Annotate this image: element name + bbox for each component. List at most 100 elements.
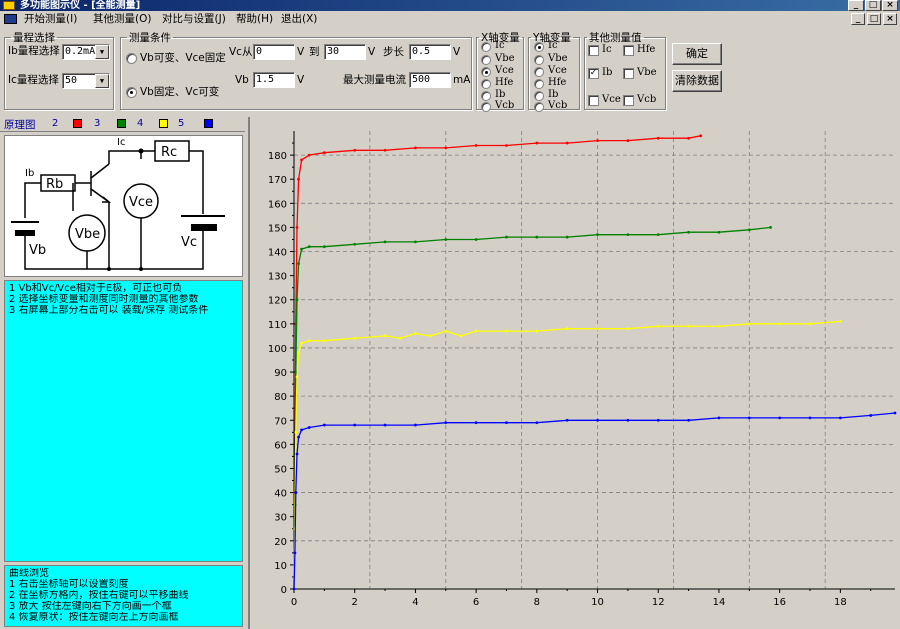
series-point-3 xyxy=(474,238,478,241)
series-point-5 xyxy=(869,414,873,417)
series-point-5 xyxy=(294,491,298,494)
clear-data-button[interactable]: 清除数据 xyxy=(672,70,722,92)
vc-from-input[interactable]: 0 xyxy=(253,44,295,60)
y-tick-label: 70 xyxy=(274,416,287,427)
x-var-radio-ic[interactable] xyxy=(481,42,491,52)
menu-bar: 开始测量(I) 其他测量(O) 对比与设置(J) 帮助(H) 退出(X) _ □… xyxy=(0,11,900,27)
instructions-panel: 1 Vb和Vc/Vce相对于E极，可正也可负 2 选择坐标变量和测度同时测量的其… xyxy=(4,280,243,562)
vc-label: Vc xyxy=(181,235,197,250)
vb-input[interactable]: 1.5 xyxy=(253,72,295,88)
legend-swatch-4[interactable] xyxy=(159,119,168,128)
characteristic-chart[interactable]: 0102030405060708090100110120130140150160… xyxy=(250,117,900,629)
y-var-radio-vce[interactable] xyxy=(534,67,544,77)
x-var-radio-ib[interactable] xyxy=(481,91,491,101)
x-var-radio-vcb[interactable] xyxy=(481,102,491,112)
step-input[interactable]: 0.5 xyxy=(409,44,451,60)
document-icon[interactable] xyxy=(4,14,17,24)
vc-to-label: 到 xyxy=(309,46,320,58)
vc-to-input[interactable]: 30 xyxy=(324,44,366,60)
y-tick-label: 0 xyxy=(281,585,287,596)
series-point-3 xyxy=(295,298,299,302)
x-var-radio-vbe[interactable] xyxy=(481,55,491,65)
series-point-5 xyxy=(322,423,326,427)
confirm-button[interactable]: 确定 xyxy=(672,43,722,65)
menu-other[interactable]: 其他测量(O) xyxy=(93,11,151,27)
series-point-5 xyxy=(307,426,311,429)
y-var-radio-vcb[interactable] xyxy=(534,102,544,112)
series-point-3 xyxy=(322,245,326,249)
series-point-5 xyxy=(565,418,569,422)
x-var-radio-vce[interactable] xyxy=(481,67,491,77)
maximize-button[interactable]: □ xyxy=(865,0,881,11)
series-point-5 xyxy=(535,421,539,425)
menu-help[interactable]: 帮助(H) xyxy=(236,11,273,27)
series-point-3 xyxy=(717,230,721,234)
x-tick-label: 0 xyxy=(291,597,297,608)
x-tick-label: 8 xyxy=(534,597,540,608)
series-point-5 xyxy=(293,551,297,555)
other-check-ib[interactable]: ✓ xyxy=(588,68,599,79)
condition-option2-label: Vb固定、Vc可变 xyxy=(140,86,220,98)
series-point-3 xyxy=(596,233,599,237)
legend-swatch-5[interactable] xyxy=(204,119,213,128)
series-point-3 xyxy=(297,262,300,265)
series-point-4 xyxy=(353,336,357,340)
condition-option2-radio[interactable] xyxy=(126,87,137,98)
series-point-4 xyxy=(429,334,432,338)
range-group-title: 量程选择 xyxy=(13,32,55,44)
y-var-radio-ic[interactable] xyxy=(534,42,544,52)
series-point-2 xyxy=(699,134,703,138)
other-check-vbe[interactable] xyxy=(623,68,634,79)
mdi-close-button[interactable]: × xyxy=(883,13,897,25)
series-point-5 xyxy=(838,416,842,420)
vb-label: Vb xyxy=(235,74,249,86)
max-current-input[interactable]: 500 xyxy=(409,72,451,88)
legend-num-4: 4 xyxy=(137,118,144,129)
plot-area[interactable] xyxy=(294,131,895,589)
y-tick-label: 80 xyxy=(274,392,287,403)
series-point-4 xyxy=(383,334,387,338)
y-var-radio-vbe[interactable] xyxy=(534,55,544,65)
y-var-radio-ib[interactable] xyxy=(534,91,544,101)
x-var-radio-hfe[interactable] xyxy=(481,79,491,89)
condition-option1-radio[interactable] xyxy=(126,53,137,64)
ic-range-select[interactable]: 50 ▼ xyxy=(62,73,110,89)
max-current-unit: mA xyxy=(453,74,471,86)
app-window: 多功能图示仪 - [全能测量] _ □ × 开始测量(I) 其他测量(O) 对比… xyxy=(0,0,900,629)
mdi-minimize-button[interactable]: _ xyxy=(851,13,865,25)
chart-panel[interactable]: 0 10 20 30 40 50 60 70 80 90 100 110 120 130 140 150 160… xyxy=(248,117,900,629)
other-check-ic[interactable] xyxy=(588,45,599,56)
rc-label: Rc xyxy=(161,145,177,160)
ic-range-label: Ic量程选择 xyxy=(8,74,59,86)
series-point-5 xyxy=(474,421,478,425)
x-tick-label: 10 xyxy=(591,597,604,608)
chevron-down-icon[interactable]: ▼ xyxy=(95,74,109,88)
legend-swatch-2[interactable] xyxy=(73,119,82,128)
other-check-vce[interactable] xyxy=(588,95,599,106)
x-var-label-ic: Ic xyxy=(495,40,505,51)
schematic-tab[interactable]: 原理图 xyxy=(4,117,36,132)
other-check-vcb[interactable] xyxy=(623,95,634,106)
series-point-2 xyxy=(297,177,300,181)
legend-swatch-3[interactable] xyxy=(117,119,126,128)
menu-compare[interactable]: 对比与设置(J) xyxy=(162,11,226,27)
series-point-4 xyxy=(717,324,721,328)
chevron-down-icon[interactable]: ▼ xyxy=(95,45,109,59)
close-button[interactable]: × xyxy=(882,0,898,11)
minimize-button[interactable]: _ xyxy=(848,0,864,11)
series-point-3 xyxy=(769,226,772,229)
series-point-4 xyxy=(294,430,298,434)
y-tick-label: 110 xyxy=(268,320,287,331)
legend-strip: 原理图 2 3 4 5 xyxy=(0,116,245,132)
mdi-restore-button[interactable]: □ xyxy=(867,13,881,25)
series-point-4 xyxy=(778,322,782,326)
series-point-3 xyxy=(505,235,508,239)
menu-exit[interactable]: 退出(X) xyxy=(281,11,317,27)
ib-range-select[interactable]: 0.2mA ▼ xyxy=(62,44,110,60)
other-label-ib: Ib xyxy=(602,67,613,78)
menu-start[interactable]: 开始测量(I) xyxy=(24,11,77,27)
other-check-hfe[interactable] xyxy=(623,45,634,56)
y-var-radio-hfe[interactable] xyxy=(534,79,544,89)
series-point-2 xyxy=(596,139,599,143)
instruction-line: 3 右屏幕上部分右击可以 装载/保存 测试条件 xyxy=(9,305,209,316)
